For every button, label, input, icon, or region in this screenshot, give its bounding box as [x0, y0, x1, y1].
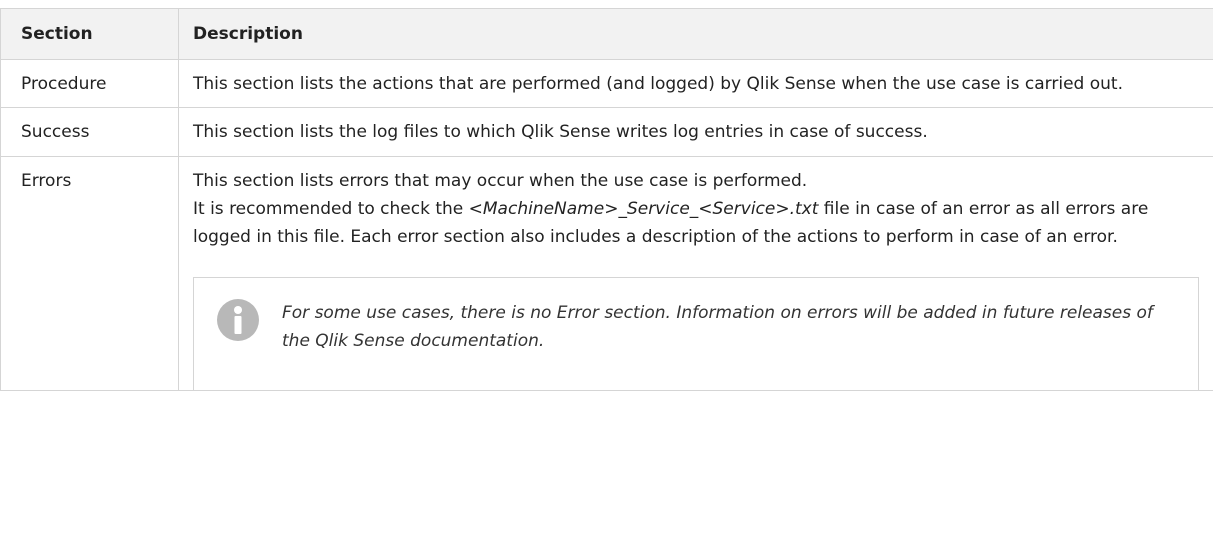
table-row: Success This section lists the log files…: [0, 107, 1213, 157]
row-section-procedure: Procedure: [0, 59, 179, 108]
table-row: Procedure This section lists the actions…: [0, 59, 1213, 108]
note-box: For some use cases, there is no Error se…: [193, 277, 1199, 390]
recommendation-prefix: It is recommended to check the: [193, 199, 469, 219]
row-description-errors: This section lists errors that may occur…: [178, 156, 1213, 391]
note-text: For some use cases, there is no Error se…: [282, 303, 1153, 351]
table-header-row: Section Description: [0, 8, 1213, 60]
row-section-success: Success: [0, 107, 179, 157]
sections-table: Section Description Procedure This secti…: [0, 8, 1213, 391]
info-icon: [217, 299, 259, 341]
table-row: Errors This section lists errors that ma…: [0, 156, 1213, 391]
header-description: Description: [178, 8, 1213, 60]
errors-intro: This section lists errors that may occur…: [193, 171, 808, 191]
log-filename: <MachineName>_Service_<Service>.txt: [468, 199, 819, 219]
header-section: Section: [0, 8, 179, 60]
row-description-procedure: This section lists the actions that are …: [178, 59, 1213, 108]
errors-recommendation: It is recommended to check the <MachineN…: [193, 195, 1199, 251]
row-description-success: This section lists the log files to whic…: [178, 107, 1213, 157]
row-section-errors: Errors: [0, 156, 179, 391]
